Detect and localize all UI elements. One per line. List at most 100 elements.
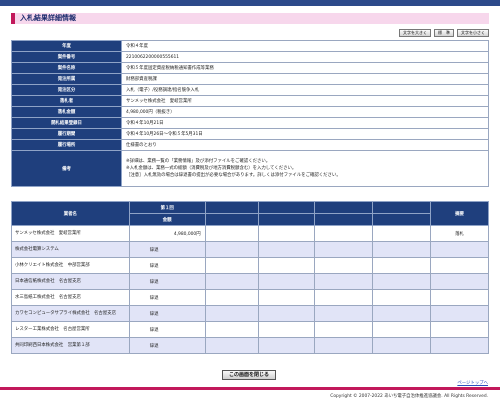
bid-status: 辞退 bbox=[128, 289, 206, 306]
font-standard-button[interactable]: 標 準 bbox=[434, 29, 454, 37]
empty-cell bbox=[204, 257, 260, 274]
detail-value: 仕様書のとおり bbox=[121, 139, 489, 151]
notes-row: 備考 ※詳細は、業務一覧の「業務情報」及び添付ファイルをご確認ください。 ※入札金額… bbox=[11, 150, 489, 187]
empty-cell bbox=[314, 321, 374, 338]
detail-value: 令和４年度 bbox=[121, 40, 489, 52]
empty-cell bbox=[204, 241, 260, 258]
detail-row: 落札金額 4,980,000円（税抜き） bbox=[11, 106, 489, 118]
detail-label: 落札者 bbox=[11, 95, 122, 107]
font-larger-button[interactable]: 文字を大きく bbox=[399, 29, 431, 37]
bidder-row: 小林クリエイト株式会社 中部営業部 辞退 bbox=[11, 257, 489, 274]
bidder-name: 小林クリエイト株式会社 中部営業部 bbox=[11, 257, 130, 274]
bidder-row: サンメッセ株式会社 愛岐営業所 4,980,000円 落札 bbox=[11, 225, 489, 242]
empty-cell bbox=[258, 257, 316, 274]
empty-header bbox=[204, 201, 260, 214]
bid-remarks bbox=[430, 241, 489, 258]
bidder-name: 日本通信紙株式会社 名古屋支店 bbox=[11, 273, 130, 290]
detail-label: 履行場所 bbox=[11, 139, 122, 151]
bidder-name: 共同印刷西日本株式会社 営業第１部 bbox=[11, 337, 130, 354]
detail-table: 年度 令和４年度 案件番号 2210062200000555611 案件名称 令和５年度固… bbox=[11, 40, 489, 187]
bid-remarks bbox=[430, 257, 489, 274]
bid-status: 辞退 bbox=[128, 273, 206, 290]
detail-value: 2210062200000555611 bbox=[121, 51, 489, 63]
empty-cell bbox=[314, 225, 374, 242]
empty-cell bbox=[258, 337, 316, 354]
bid-amount: 4,980,000円 bbox=[128, 225, 206, 242]
empty-cell bbox=[372, 225, 432, 242]
empty-cell bbox=[314, 257, 374, 274]
page-top-link[interactable]: ページトップへ bbox=[457, 380, 488, 386]
empty-cell bbox=[258, 241, 316, 258]
bid-remarks: 落札 bbox=[430, 225, 489, 242]
empty-cell bbox=[204, 337, 260, 354]
empty-cell bbox=[258, 289, 316, 306]
detail-label: 案件番号 bbox=[11, 51, 122, 63]
amount-header: 金額 bbox=[128, 213, 206, 226]
detail-label: 落札金額 bbox=[11, 106, 122, 118]
notes-label: 備考 bbox=[11, 150, 122, 187]
detail-label: 年度 bbox=[11, 40, 122, 52]
detail-row: 履行期間 令和４年10月26日～令和５年5月31日 bbox=[11, 128, 489, 140]
detail-row: 案件名称 令和５年度固定資産税納税通知書作成等業務 bbox=[11, 62, 489, 74]
bidder-row: レスター工業株式会社 名古屋営業所 辞退 bbox=[11, 321, 489, 338]
bid-status: 辞退 bbox=[128, 241, 206, 258]
detail-row: 年度 令和４年度 bbox=[11, 40, 489, 52]
empty-cell bbox=[258, 273, 316, 290]
empty-cell bbox=[372, 337, 432, 354]
detail-label: 開札結果登録日 bbox=[11, 117, 122, 129]
bid-status: 辞退 bbox=[128, 337, 206, 354]
bid-status: 辞退 bbox=[128, 321, 206, 338]
detail-value: 令和４年10月26日～令和５年5月31日 bbox=[121, 128, 489, 140]
close-window-button[interactable]: この画面を閉じる bbox=[222, 370, 277, 380]
detail-row: 開札結果登録日 令和４年10月21日 bbox=[11, 117, 489, 129]
empty-cell bbox=[258, 305, 316, 322]
empty-header bbox=[372, 213, 432, 226]
empty-cell bbox=[204, 273, 260, 290]
bidder-row: 水三島紙工株式会社 名古屋支店 辞退 bbox=[11, 289, 489, 306]
notes-value: ※詳細は、業務一覧の「業務情報」及び添付ファイルをご確認ください。 ※入札金額は、… bbox=[121, 150, 489, 187]
empty-cell bbox=[314, 273, 374, 290]
empty-cell bbox=[204, 289, 260, 306]
detail-row: 発注区分 入札（電子）/役務調達/指名競争入札 bbox=[11, 84, 489, 96]
empty-cell bbox=[314, 305, 374, 322]
detail-label: 案件名称 bbox=[11, 62, 122, 74]
detail-row: 案件番号 2210062200000555611 bbox=[11, 51, 489, 63]
detail-row: 発注所属 財務部資産税課 bbox=[11, 73, 489, 85]
empty-cell bbox=[314, 289, 374, 306]
bidder-name: カワセコンピュータサプライ株式会社 名古屋支店 bbox=[11, 305, 130, 322]
bid-remarks bbox=[430, 321, 489, 338]
detail-value: 入札（電子）/役務調達/指名競争入札 bbox=[121, 84, 489, 96]
note-line: ［注意］入札無効の場合は辞退書の提出が必要な場合があります。詳しくは添付ファイル… bbox=[126, 173, 341, 178]
detail-row: 落札者 サンメッセ株式会社 愛岐営業所 bbox=[11, 95, 489, 107]
empty-cell bbox=[372, 305, 432, 322]
empty-header bbox=[314, 213, 374, 226]
empty-cell bbox=[372, 321, 432, 338]
note-line: ※入札金額は、業務一式の総額（消費税及び地方消費税額含む）を入力してください。 bbox=[126, 166, 297, 171]
empty-cell bbox=[204, 225, 260, 242]
font-size-controls: 文字を大きく 標 準 文字を小さく bbox=[399, 29, 489, 37]
detail-value: 令和４年10月21日 bbox=[121, 117, 489, 129]
bid-remarks bbox=[430, 305, 489, 322]
font-smaller-button[interactable]: 文字を小さく bbox=[457, 29, 489, 37]
empty-cell bbox=[314, 337, 374, 354]
bid-remarks bbox=[430, 289, 489, 306]
bidder-name: レスター工業株式会社 名古屋営業所 bbox=[11, 321, 130, 338]
page-title: 入札結果詳細情報 bbox=[11, 13, 489, 24]
detail-label: 発注所属 bbox=[11, 73, 122, 85]
detail-value: 令和５年度固定資産税納税通知書作成等業務 bbox=[121, 62, 489, 74]
results-table: 業者名 第１回 摘要 金額 サンメッセ株式会社 愛岐営業所 4,980,000円 落… bbox=[11, 201, 489, 354]
empty-cell bbox=[372, 289, 432, 306]
empty-cell bbox=[314, 241, 374, 258]
bidder-name: 水三島紙工株式会社 名古屋支店 bbox=[11, 289, 130, 306]
bid-status: 辞退 bbox=[128, 305, 206, 322]
bid-status: 辞退 bbox=[128, 257, 206, 274]
footer-divider bbox=[0, 387, 500, 390]
detail-value: 4,980,000円（税抜き） bbox=[121, 106, 489, 118]
empty-cell bbox=[372, 257, 432, 274]
bidder-name: 株式会社電算システム bbox=[11, 241, 130, 258]
empty-header bbox=[314, 201, 374, 214]
empty-cell bbox=[372, 273, 432, 290]
empty-header bbox=[372, 201, 432, 214]
empty-cell bbox=[258, 321, 316, 338]
bidder-name: サンメッセ株式会社 愛岐営業所 bbox=[11, 225, 130, 242]
